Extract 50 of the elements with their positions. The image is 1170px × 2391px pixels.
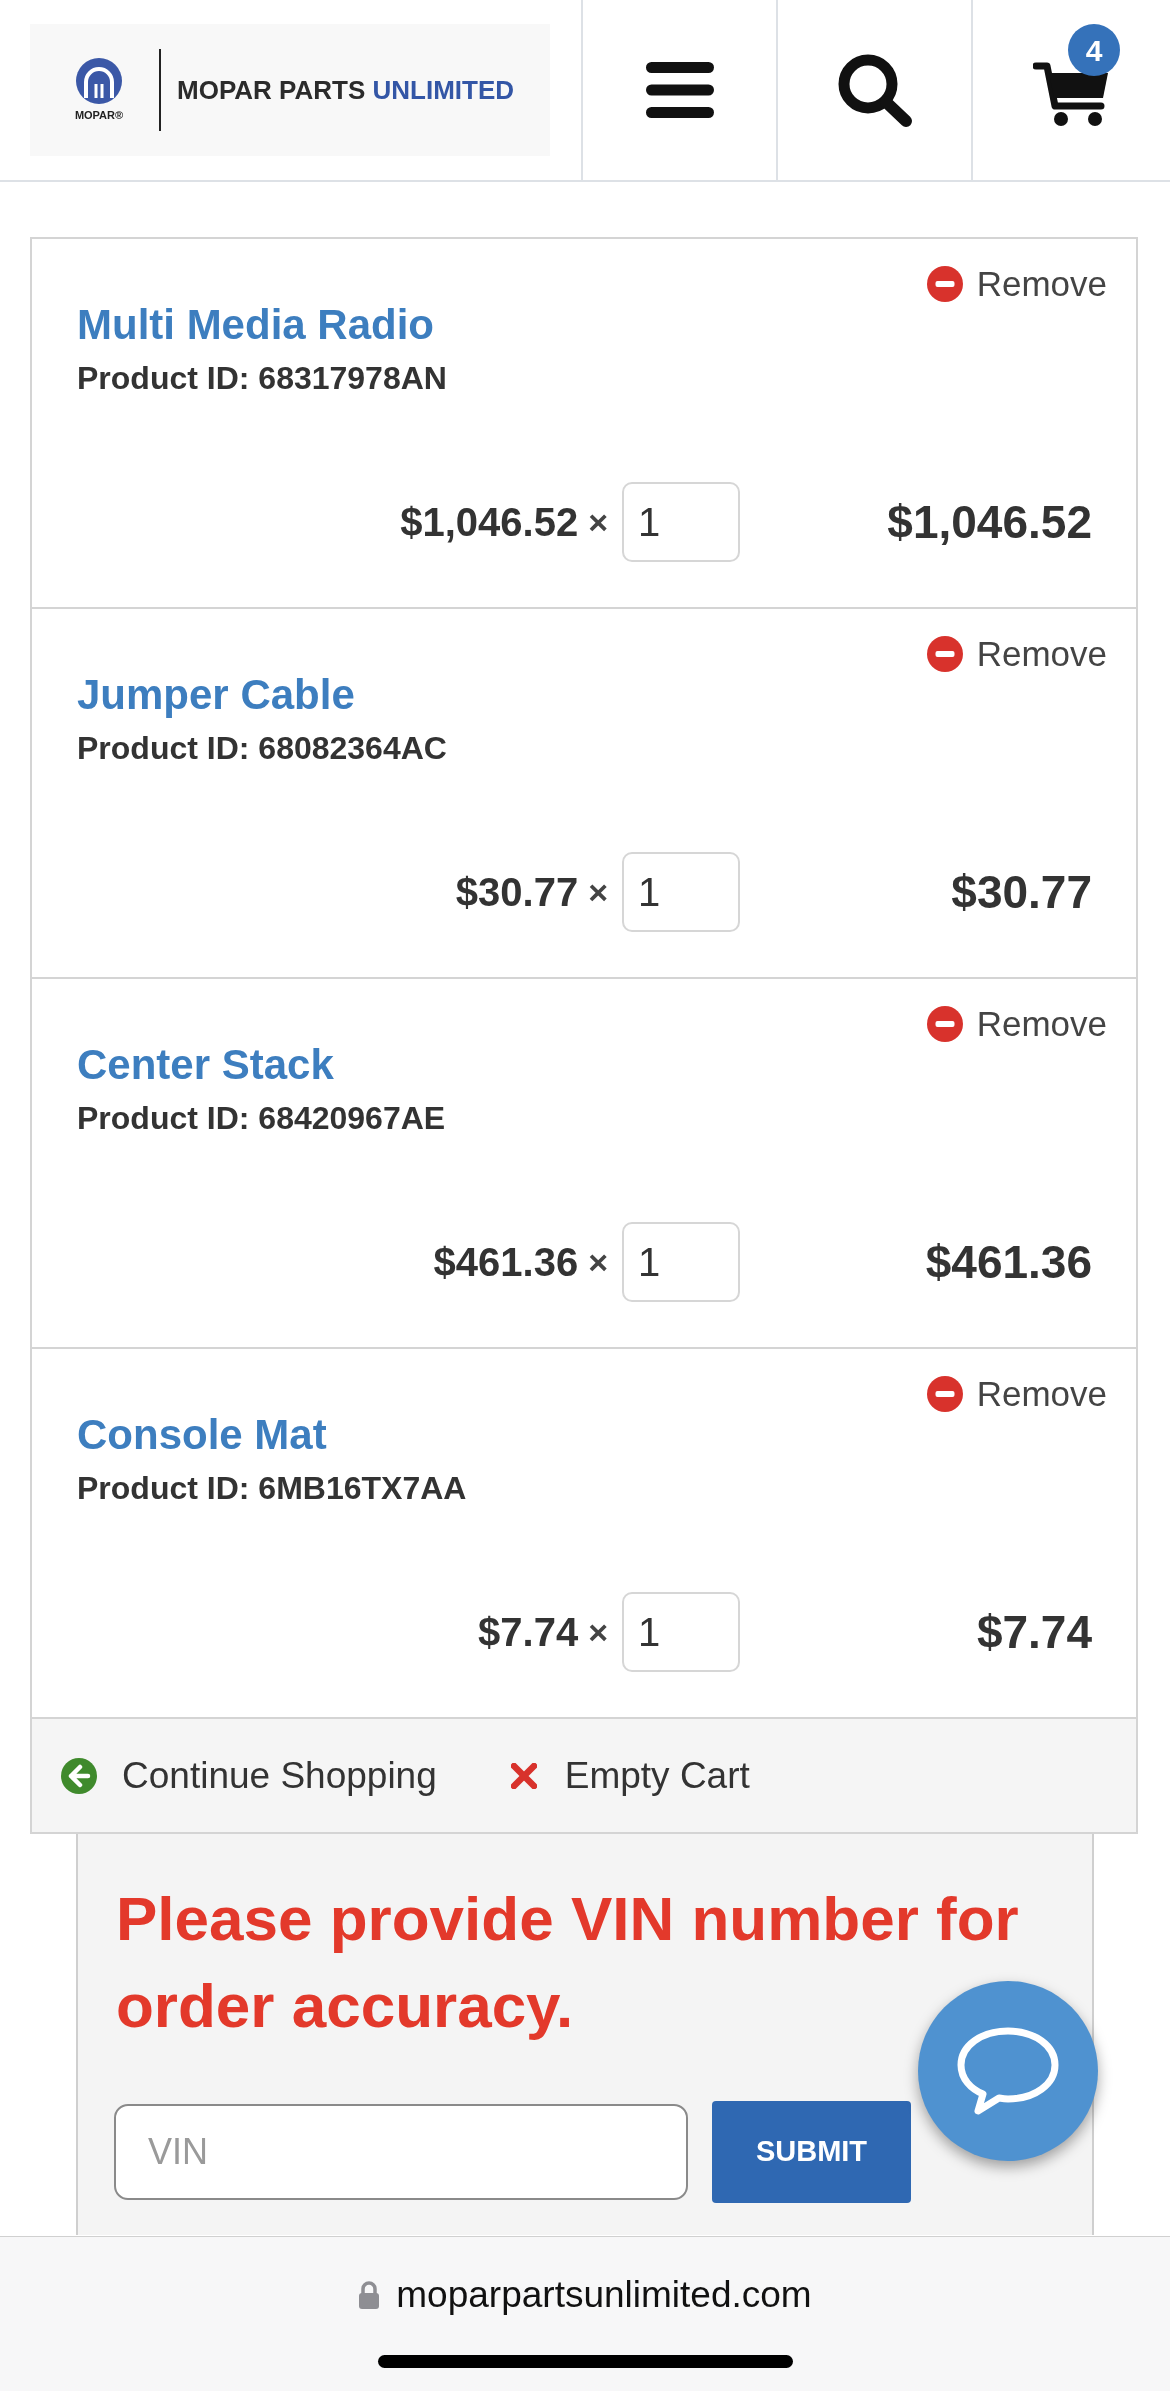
product-name-link[interactable]: Jumper Cable [77, 670, 447, 720]
cart-count-badge: 4 [1068, 24, 1120, 76]
multiply-sign: × [588, 1241, 608, 1283]
unit-price: $461.36 [433, 1239, 579, 1286]
remove-button[interactable]: Remove [926, 1372, 1107, 1416]
product-id: Product ID: 6MB16TX7AA [77, 1469, 467, 1508]
product-id: Product ID: 68317978AN [77, 359, 447, 398]
submit-button[interactable]: SUBMIT [712, 2101, 911, 2203]
quantity-field[interactable]: 1 [622, 852, 740, 932]
minus-circle-icon [926, 636, 963, 672]
remove-button[interactable]: Remove [926, 1002, 1107, 1046]
menu-icon[interactable] [645, 62, 714, 118]
minus-circle-icon [926, 1376, 963, 1412]
url-text[interactable]: moparpartsunlimited.com [396, 2273, 812, 2317]
remove-button[interactable]: Remove [926, 262, 1107, 306]
unit-price: $1,046.52 [400, 499, 579, 546]
logo-banner[interactable]: MOPAR® MOPAR PARTS UNLIMITED [30, 24, 550, 156]
cart-icon[interactable] [1032, 60, 1111, 128]
minus-circle-icon [926, 266, 963, 302]
logo-wordmark: MOPAR® [74, 108, 124, 122]
chat-bubble-icon [957, 2027, 1059, 2115]
product-name-link[interactable]: Console Mat [77, 1410, 467, 1460]
unit-price: $7.74 [478, 1609, 579, 1656]
multiply-sign: × [588, 501, 608, 543]
lock-icon [358, 2281, 381, 2309]
vin-input-field[interactable]: VIN [114, 2104, 688, 2200]
logo-title: MOPAR PARTS UNLIMITED [177, 73, 515, 107]
minus-circle-icon [926, 1006, 963, 1042]
continue-shopping-link[interactable]: Continue Shopping [61, 1747, 437, 1804]
product-id: Product ID: 68082364AC [77, 729, 447, 768]
quantity-field[interactable]: 1 [622, 1592, 740, 1672]
quantity-field[interactable]: 1 [622, 1222, 740, 1302]
search-icon[interactable] [836, 53, 913, 127]
product-name-link[interactable]: Center Stack [77, 1040, 446, 1090]
multiply-sign: × [588, 871, 608, 913]
line-total: $7.74 [975, 1604, 1093, 1660]
product-id: Product ID: 68420967AE [77, 1099, 446, 1138]
cross-icon [510, 1762, 537, 1789]
multiply-sign: × [588, 1611, 608, 1653]
product-name-link[interactable]: Multi Media Radio [77, 300, 447, 350]
quantity-field[interactable]: 1 [622, 482, 740, 562]
line-total: $1,046.52 [886, 494, 1093, 550]
remove-button[interactable]: Remove [926, 632, 1107, 676]
line-total: $30.77 [950, 864, 1093, 920]
m-emblem-icon [76, 58, 122, 104]
empty-cart-link[interactable]: Empty Cart [510, 1747, 750, 1804]
vin-prompt-heading: Please provide VIN number for order accuracy. [116, 1883, 1020, 2042]
line-total: $461.36 [924, 1234, 1093, 1290]
unit-price: $30.77 [455, 869, 579, 916]
arrow-left-circle-icon [61, 1757, 97, 1794]
